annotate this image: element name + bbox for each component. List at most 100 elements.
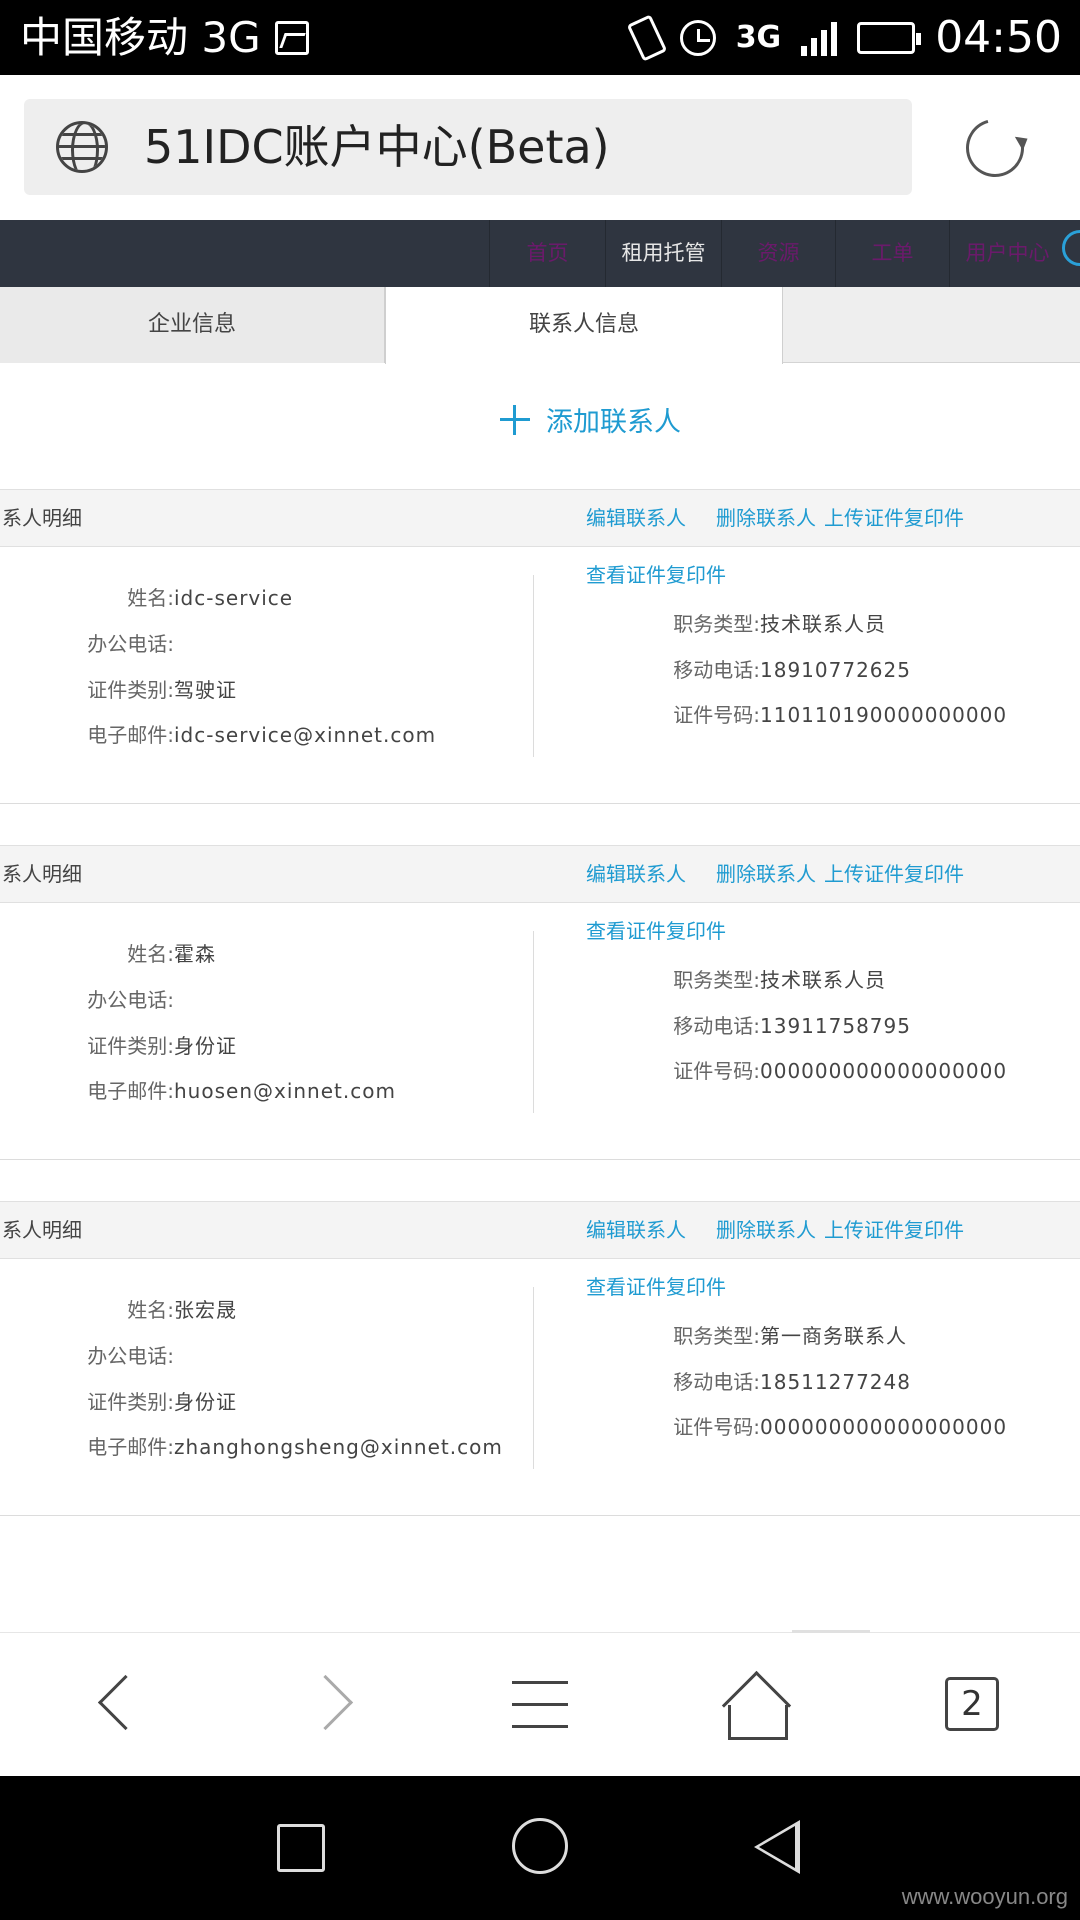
column-divider bbox=[533, 1287, 534, 1469]
field-role: 职务类型: 技术联系人员 bbox=[650, 965, 886, 995]
nav-item-tickets[interactable]: 工单 bbox=[835, 220, 949, 287]
field-value: 000000000000000000 bbox=[760, 1059, 1008, 1083]
field-value: 技术联系人员 bbox=[760, 968, 886, 992]
card-actions: 编辑联系人 删除联系人 上传证件复印件 bbox=[586, 846, 964, 902]
add-contact-label: 添加联系人 bbox=[546, 407, 681, 438]
field-value: 000000000000000000 bbox=[760, 1415, 1008, 1439]
field-label: 证件号码: bbox=[673, 703, 760, 727]
column-divider bbox=[533, 575, 534, 757]
field-mobile: 移动电话: 13911758795 bbox=[650, 1011, 911, 1041]
field-office-phone: 办公电话: bbox=[0, 985, 174, 1015]
field-role: 职务类型: 技术联系人员 bbox=[650, 609, 886, 639]
plus-icon bbox=[500, 404, 530, 435]
field-label: 证件号码: bbox=[673, 1415, 760, 1439]
recent-apps-icon[interactable] bbox=[277, 1824, 325, 1872]
card-header: 系人明细 编辑联系人 删除联系人 上传证件复印件 bbox=[0, 1201, 1080, 1259]
browser-toolbar: 2 bbox=[0, 1630, 1080, 1776]
field-label: 电子邮件: bbox=[87, 723, 174, 747]
field-value: 身份证 bbox=[174, 1390, 237, 1414]
field-value: huosen@xinnet.com bbox=[174, 1079, 396, 1103]
delete-contact-link[interactable]: 删除联系人 bbox=[716, 846, 816, 902]
menu-icon[interactable] bbox=[512, 1671, 582, 1741]
nav-item-home[interactable]: 首页 bbox=[489, 220, 605, 287]
url-box[interactable]: 51IDC账户中心(Beta) bbox=[24, 99, 912, 195]
field-id-type: 证件类别: 身份证 bbox=[0, 1387, 237, 1417]
edit-contact-link[interactable]: 编辑联系人 bbox=[586, 490, 686, 546]
field-name: 姓名: 张宏晟 bbox=[0, 1295, 237, 1325]
forward-icon[interactable] bbox=[300, 1671, 370, 1741]
address-bar: 51IDC账户中心(Beta) bbox=[0, 75, 1080, 220]
field-value: 驾驶证 bbox=[174, 678, 237, 702]
upload-copy-link[interactable]: 上传证件复印件 bbox=[824, 1202, 964, 1258]
field-id-number: 证件号码: 110110190000000000 bbox=[650, 700, 1007, 730]
field-value: 身份证 bbox=[174, 1034, 237, 1058]
card-title: 系人明细 bbox=[2, 862, 82, 886]
clock: 04:50 bbox=[935, 12, 1062, 63]
field-value: 18910772625 bbox=[760, 658, 911, 682]
nav-item-user-center[interactable]: 用户中心 bbox=[949, 220, 1065, 287]
card-header: 系人明细 编辑联系人 删除联系人 上传证件复印件 bbox=[0, 489, 1080, 547]
field-label: 办公电话: bbox=[87, 1344, 174, 1368]
home-button-icon[interactable] bbox=[512, 1818, 568, 1874]
card-actions: 编辑联系人 删除联系人 上传证件复印件 bbox=[586, 490, 964, 546]
home-icon[interactable] bbox=[720, 1671, 790, 1741]
back-button-icon[interactable] bbox=[754, 1820, 800, 1874]
field-value: 技术联系人员 bbox=[760, 612, 886, 636]
contact-card: 系人明细 编辑联系人 删除联系人 上传证件复印件 查看证件复印件 姓名: 张宏晟 … bbox=[0, 1201, 1080, 1516]
field-label: 职务类型: bbox=[673, 612, 760, 636]
reload-icon[interactable] bbox=[955, 108, 1035, 188]
upload-copy-link[interactable]: 上传证件复印件 bbox=[824, 490, 964, 546]
top-nav: 首页 租用托管 资源 工单 用户中心 bbox=[0, 220, 1080, 287]
field-label: 移动电话: bbox=[673, 1370, 760, 1394]
back-icon[interactable] bbox=[80, 1671, 150, 1741]
field-email: 电子邮件: zhanghongsheng@xinnet.com bbox=[0, 1432, 503, 1462]
delete-contact-link[interactable]: 删除联系人 bbox=[716, 1202, 816, 1258]
field-value: 18511277248 bbox=[760, 1370, 911, 1394]
contact-card: 系人明细 编辑联系人 删除联系人 上传证件复印件 查看证件复印件 姓名: 霍森 办… bbox=[0, 845, 1080, 1160]
field-id-type: 证件类别: 驾驶证 bbox=[0, 675, 237, 705]
delete-contact-link[interactable]: 删除联系人 bbox=[716, 490, 816, 546]
alarm-icon bbox=[679, 19, 716, 56]
edit-contact-link[interactable]: 编辑联系人 bbox=[586, 1202, 686, 1258]
tab-contact-info[interactable]: 联系人信息 bbox=[385, 287, 783, 364]
carrier-label: 中国移动 3G bbox=[20, 13, 261, 62]
column-divider bbox=[533, 931, 534, 1113]
field-label: 职务类型: bbox=[673, 968, 760, 992]
add-contact-button[interactable]: 添加联系人 bbox=[500, 400, 681, 439]
image-icon bbox=[274, 20, 309, 55]
status-right: 3G 04:50 bbox=[626, 10, 1062, 65]
field-id-number: 证件号码: 000000000000000000 bbox=[650, 1056, 1007, 1086]
field-label: 证件号码: bbox=[673, 1059, 760, 1083]
card-divider bbox=[0, 1515, 1080, 1516]
nav-item-hosting[interactable]: 租用托管 bbox=[605, 220, 721, 287]
field-value: idc-service bbox=[174, 586, 294, 610]
nav-item-resources[interactable]: 资源 bbox=[721, 220, 835, 287]
field-label: 姓名: bbox=[127, 586, 174, 610]
field-label: 移动电话: bbox=[673, 1014, 760, 1038]
field-label: 移动电话: bbox=[673, 658, 760, 682]
view-copy-link[interactable]: 查看证件复印件 bbox=[586, 559, 726, 588]
edit-contact-link[interactable]: 编辑联系人 bbox=[586, 846, 686, 902]
field-office-phone: 办公电话: bbox=[0, 1341, 174, 1371]
scrollbar[interactable] bbox=[792, 1630, 870, 1633]
card-divider bbox=[0, 803, 1080, 804]
network-type: 3G bbox=[735, 19, 782, 55]
field-office-phone: 办公电话: bbox=[0, 629, 174, 659]
card-actions: 编辑联系人 删除联系人 上传证件复印件 bbox=[586, 1202, 964, 1258]
field-name: 姓名: idc-service bbox=[0, 583, 293, 613]
vibrate-icon bbox=[626, 13, 667, 62]
field-name: 姓名: 霍森 bbox=[0, 939, 216, 969]
tab-company-info[interactable]: 企业信息 bbox=[0, 287, 385, 363]
view-copy-link[interactable]: 查看证件复印件 bbox=[586, 1271, 726, 1300]
tab-count-button[interactable]: 2 bbox=[945, 1677, 999, 1731]
upload-copy-link[interactable]: 上传证件复印件 bbox=[824, 846, 964, 902]
field-label: 电子邮件: bbox=[87, 1079, 174, 1103]
field-label: 姓名: bbox=[127, 942, 174, 966]
watermark: www.wooyun.org bbox=[901, 1884, 1068, 1909]
signal-icon bbox=[801, 20, 838, 56]
view-copy-link[interactable]: 查看证件复印件 bbox=[586, 915, 726, 944]
status-left: 中国移动 3G bbox=[20, 10, 309, 65]
field-email: 电子邮件: huosen@xinnet.com bbox=[0, 1076, 396, 1106]
field-label: 证件类别: bbox=[87, 1390, 174, 1414]
battery-icon bbox=[857, 21, 922, 54]
